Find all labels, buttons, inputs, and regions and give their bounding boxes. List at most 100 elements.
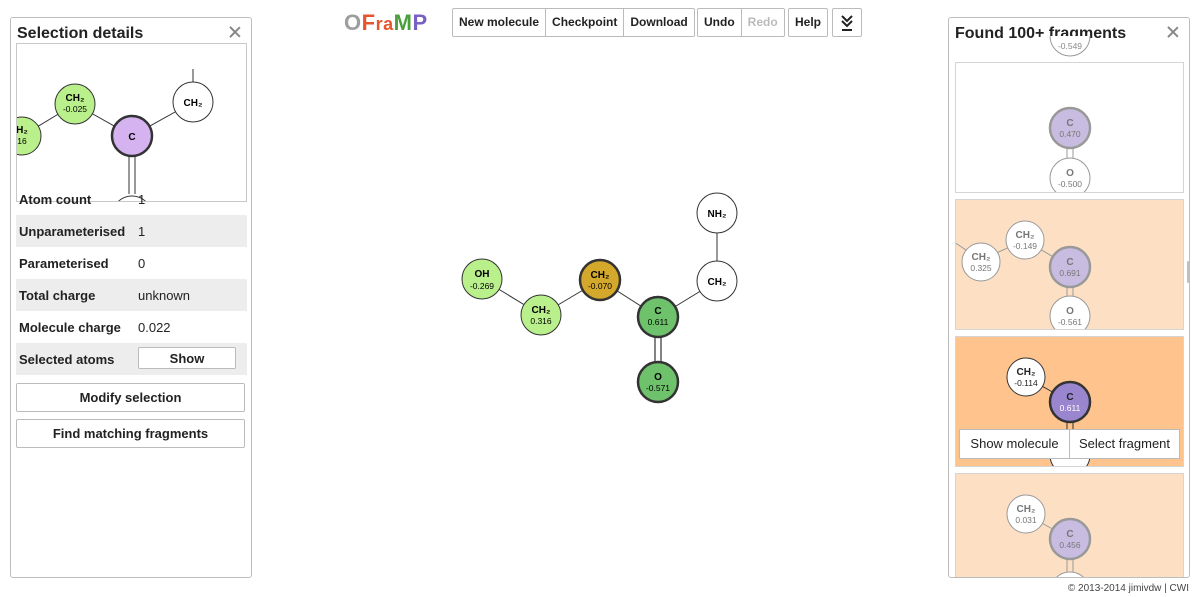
logo-letter: P	[412, 10, 428, 35]
undo-button[interactable]: Undo	[698, 9, 742, 36]
svg-text:C: C	[1066, 529, 1073, 540]
fragments-scrollbar[interactable]	[1187, 261, 1189, 283]
prop-value: 0	[138, 256, 146, 271]
prop-total-charge: Total charge unknown	[16, 279, 247, 311]
fragment-card[interactable]: CH₂ 0.031 C 0.456	[955, 473, 1184, 577]
selection-preview[interactable]: H₂ 16 CH₂ -0.025 CH₂ C	[16, 43, 247, 202]
redo-button[interactable]: Redo	[742, 9, 784, 36]
atom-charge: -0.269	[470, 281, 494, 291]
svg-text:O: O	[1066, 168, 1074, 179]
atom-label: C	[654, 306, 661, 317]
find-matching-fragments-button[interactable]: Find matching fragments	[16, 419, 245, 448]
atom-label: NH₂	[708, 209, 727, 220]
fragment-card-hovered[interactable]: CH₂ -0.114 C 0.611 Show molecule Select …	[955, 336, 1184, 467]
atom-c[interactable]: C 0.611	[636, 295, 680, 339]
svg-text:C: C	[1066, 392, 1073, 403]
svg-text:O: O	[1066, 306, 1074, 317]
fragments-panel: Found 100+ fragments -0.549 C 0.470 O -0…	[948, 17, 1190, 578]
close-icon[interactable]	[227, 24, 243, 40]
logo-letter: M	[393, 10, 413, 35]
svg-text:C: C	[1066, 118, 1073, 129]
download-button[interactable]: Download	[624, 9, 693, 36]
svg-text:C: C	[128, 132, 135, 143]
svg-text:CH₂: CH₂	[66, 93, 85, 104]
svg-text:0.031: 0.031	[1015, 515, 1037, 525]
atom-label: CH₂	[708, 277, 727, 288]
prop-key: Parameterised	[19, 256, 109, 271]
atom-ch2-selected[interactable]: CH₂ -0.070	[578, 258, 622, 302]
svg-text:-0.500: -0.500	[1058, 179, 1082, 189]
prop-key: Total charge	[19, 288, 96, 303]
fragment-partial-top: -0.549	[1049, 35, 1091, 57]
atom-ch2-left[interactable]: CH₂ 0.316	[520, 294, 562, 336]
svg-text:0.611: 0.611	[1060, 403, 1081, 413]
prop-value: 1	[138, 192, 146, 207]
prop-value: 1	[138, 224, 146, 239]
help-button[interactable]: Help	[789, 9, 827, 36]
atom-label: CH₂	[591, 270, 610, 281]
svg-text:C: C	[1066, 257, 1073, 268]
svg-text:CH₂: CH₂	[972, 252, 991, 263]
prop-molecule-charge: Molecule charge 0.022	[16, 311, 247, 343]
svg-text:CH₂: CH₂	[1016, 230, 1035, 241]
svg-text:0.456: 0.456	[1059, 540, 1081, 550]
atom-label: CH₂	[532, 305, 551, 316]
show-molecule-button[interactable]: Show molecule	[959, 429, 1070, 459]
prop-key: Molecule charge	[19, 320, 121, 335]
molecule-canvas[interactable]: OH -0.269 CH₂ 0.316 CH₂ -0.070 C 0.611 O…	[255, 40, 945, 580]
atom-charge: 0.611	[648, 317, 669, 327]
atom-charge: -0.571	[646, 383, 670, 393]
atom-nh2[interactable]: NH₂	[696, 192, 738, 234]
prop-atom-count: Atom count 1	[16, 183, 247, 215]
fragment-card[interactable]: CH₂ -0.149 CH₂ 0.325 C 0.691 O -0.561	[955, 199, 1184, 330]
history-toolbar: Undo Redo	[697, 8, 785, 37]
double-chevron-down-icon	[841, 15, 853, 31]
logo-letter: a	[383, 14, 394, 34]
atom-ch2-right[interactable]: CH₂	[696, 260, 738, 302]
prop-key: Selected atoms	[19, 352, 115, 367]
properties-table: Atom count 1 Unparameterised 1 Parameter…	[16, 183, 247, 375]
show-selected-atoms-button[interactable]: Show	[138, 347, 236, 369]
footer-copyright: © 2013-2014 jimivdw | CWI	[1067, 583, 1189, 594]
checkpoint-button[interactable]: Checkpoint	[546, 9, 625, 36]
file-toolbar: New molecule Checkpoint Download	[452, 8, 695, 37]
atom-charge: 0.316	[530, 316, 552, 326]
svg-text:-0.561: -0.561	[1058, 317, 1082, 327]
prop-parameterised: Parameterised 0	[16, 247, 247, 279]
select-fragment-button[interactable]: Select fragment	[1069, 429, 1180, 459]
new-molecule-button[interactable]: New molecule	[453, 9, 547, 36]
logo-letter: r	[375, 14, 384, 34]
svg-text:CH₂: CH₂	[184, 98, 203, 109]
svg-text:-0.025: -0.025	[63, 104, 87, 114]
svg-text:CH₂: CH₂	[1017, 367, 1036, 378]
oframp-logo: OFraMP	[344, 10, 428, 36]
svg-text:-0.114: -0.114	[1014, 378, 1038, 388]
atom-label: OH	[475, 269, 490, 280]
logo-letter: O	[344, 10, 362, 35]
atom-o[interactable]: O -0.571	[636, 360, 680, 404]
svg-text:16: 16	[17, 136, 27, 146]
selection-details-panel: Selection details H₂ 16 CH₂ -0.025 CH₂ C…	[10, 17, 252, 578]
prop-unparameterised: Unparameterised 1	[16, 215, 247, 247]
svg-text:0.470: 0.470	[1059, 129, 1081, 139]
modify-selection-button[interactable]: Modify selection	[16, 383, 245, 412]
atom-label: O	[654, 372, 662, 383]
svg-text:0.325: 0.325	[970, 263, 992, 273]
fragment-card[interactable]: C 0.470 O -0.500	[955, 62, 1184, 193]
logo-letter: F	[361, 10, 376, 35]
expand-toolbar-button[interactable]	[832, 8, 862, 37]
mini-atom-label: H₂	[17, 125, 28, 136]
prop-key: Unparameterised	[19, 224, 126, 239]
prop-value: 0.022	[138, 320, 171, 335]
atom-oh[interactable]: OH -0.269	[461, 258, 503, 300]
svg-text:CH₂: CH₂	[1017, 504, 1036, 515]
svg-text:-0.149: -0.149	[1013, 241, 1037, 251]
prop-value: unknown	[138, 288, 191, 303]
help-toolbar: Help	[788, 8, 829, 37]
atom-charge: -0.070	[588, 281, 612, 291]
prop-key: Atom count	[19, 192, 92, 207]
selection-details-title: Selection details	[17, 25, 144, 42]
svg-text:-0.549: -0.549	[1058, 41, 1082, 51]
prop-selected-atoms: Selected atoms Show	[16, 343, 247, 375]
svg-text:0.691: 0.691	[1059, 268, 1081, 278]
